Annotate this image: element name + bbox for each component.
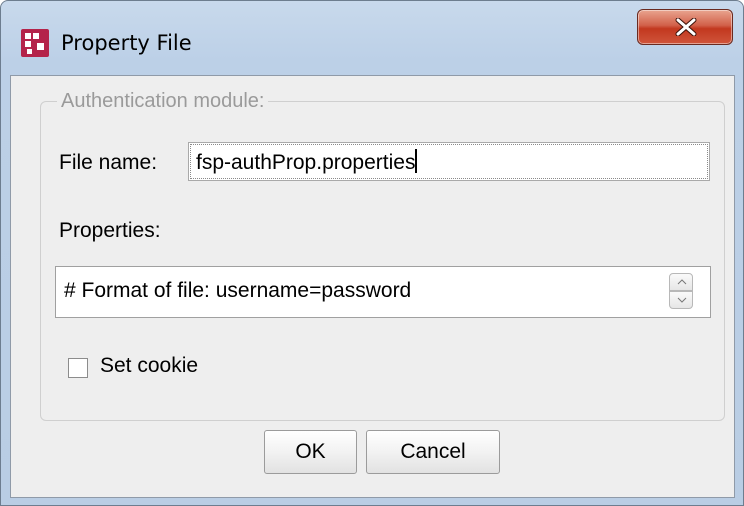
file-name-label: File name: (59, 151, 158, 174)
arrow-down-icon (677, 297, 687, 303)
dialog-window: Property File Authentication module: Fil… (0, 0, 744, 506)
set-cookie-checkbox[interactable] (68, 358, 88, 378)
title-bar[interactable]: Property File (1, 1, 743, 75)
file-name-input[interactable]: fsp-authProp.properties (188, 142, 710, 181)
app-logo-icon (21, 29, 49, 57)
scroll-up-button[interactable] (669, 273, 693, 291)
close-x-icon (675, 18, 697, 36)
text-caret (415, 149, 418, 173)
group-legend: Authentication module: (57, 90, 269, 113)
ok-button[interactable]: OK (264, 430, 357, 474)
scroll-down-button[interactable] (669, 291, 693, 309)
properties-label: Properties: (59, 219, 161, 242)
dialog-content: Authentication module: File name: fsp-au… (10, 75, 735, 498)
cancel-button[interactable]: Cancel (366, 430, 500, 474)
set-cookie-label[interactable]: Set cookie (100, 354, 198, 378)
file-name-value: fsp-authProp.properties (196, 151, 416, 174)
close-button[interactable] (637, 9, 733, 45)
window-title: Property File (61, 31, 192, 55)
properties-value: # Format of file: username=password (64, 279, 412, 302)
properties-textarea[interactable]: # Format of file: username=password (55, 266, 711, 318)
arrow-up-icon (677, 279, 687, 285)
